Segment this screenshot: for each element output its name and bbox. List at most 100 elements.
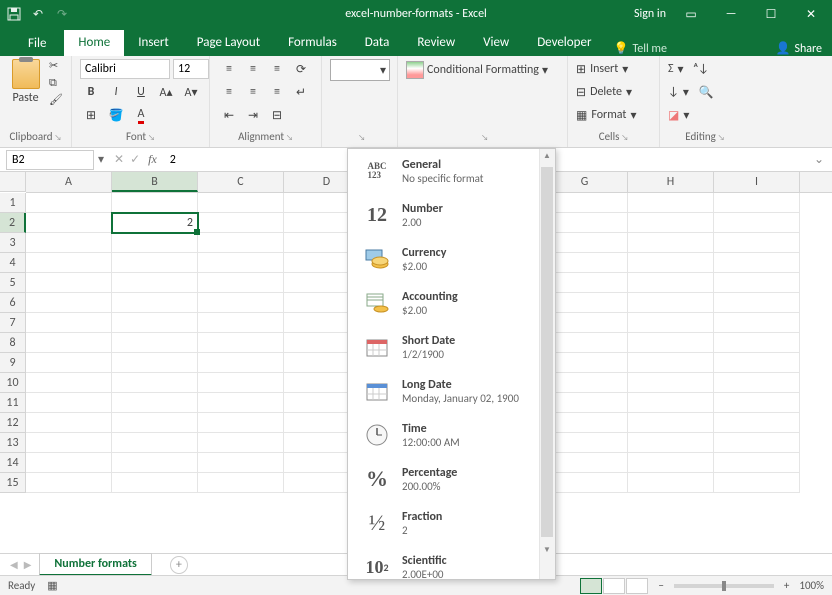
- italic-button[interactable]: I: [105, 82, 127, 102]
- font-size-combo[interactable]: [173, 59, 209, 79]
- cell-I14[interactable]: [714, 453, 800, 473]
- row-header-9[interactable]: 9: [0, 353, 26, 373]
- namebox-dropdown-icon[interactable]: ▾: [94, 152, 108, 167]
- page-break-view-button[interactable]: [626, 578, 648, 594]
- cell-A11[interactable]: [26, 393, 112, 413]
- col-header-A[interactable]: A: [26, 172, 112, 192]
- col-header-B[interactable]: B: [112, 172, 198, 192]
- cell-A5[interactable]: [26, 273, 112, 293]
- cell-I6[interactable]: [714, 293, 800, 313]
- number-format-combo[interactable]: ▾: [330, 59, 390, 81]
- cell-C15[interactable]: [198, 473, 284, 493]
- minimize-button[interactable]: —: [716, 7, 746, 21]
- cell-I3[interactable]: [714, 233, 800, 253]
- decrease-indent-icon[interactable]: ⇤: [218, 105, 240, 125]
- format-percentage[interactable]: % Percentage200.00%: [348, 457, 555, 501]
- cell-C1[interactable]: [198, 193, 284, 213]
- cell-A14[interactable]: [26, 453, 112, 473]
- row-header-7[interactable]: 7: [0, 313, 26, 333]
- underline-button[interactable]: U: [130, 82, 152, 102]
- cell-H6[interactable]: [628, 293, 714, 313]
- align-top-icon[interactable]: ≡: [218, 59, 240, 79]
- align-right-icon[interactable]: ≡: [266, 82, 288, 102]
- cell-B12[interactable]: [112, 413, 198, 433]
- cell-H12[interactable]: [628, 413, 714, 433]
- tab-data[interactable]: Data: [351, 30, 404, 56]
- col-header-I[interactable]: I: [714, 172, 800, 192]
- cell-B4[interactable]: [112, 253, 198, 273]
- format-cells-button[interactable]: ▦Format ▾: [576, 105, 636, 125]
- increase-font-icon[interactable]: A▴: [155, 82, 177, 102]
- cell-C11[interactable]: [198, 393, 284, 413]
- conditional-formatting-button[interactable]: Conditional Formatting ▾: [406, 59, 548, 81]
- normal-view-button[interactable]: [580, 578, 602, 594]
- cell-I5[interactable]: [714, 273, 800, 293]
- cell-C6[interactable]: [198, 293, 284, 313]
- new-sheet-button[interactable]: +: [170, 556, 188, 574]
- autosum-button[interactable]: Σ▾ ᴬ↓: [668, 59, 709, 79]
- cell-B13[interactable]: [112, 433, 198, 453]
- format-general[interactable]: ABC123 GeneralNo specific format: [348, 149, 555, 193]
- merge-icon[interactable]: ⊟: [266, 105, 288, 125]
- row-header-6[interactable]: 6: [0, 293, 26, 313]
- row-header-15[interactable]: 15: [0, 473, 26, 493]
- find-icon[interactable]: 🔍: [699, 85, 714, 100]
- row-header-11[interactable]: 11: [0, 393, 26, 413]
- cell-A2[interactable]: [26, 213, 112, 233]
- fill-button[interactable]: ↓▾ 🔍: [668, 82, 714, 102]
- cell-C14[interactable]: [198, 453, 284, 473]
- cell-A10[interactable]: [26, 373, 112, 393]
- sort-filter-icon[interactable]: ᴬ↓: [694, 62, 709, 76]
- redo-icon[interactable]: ↷: [54, 6, 70, 22]
- name-box[interactable]: [6, 150, 94, 170]
- align-middle-icon[interactable]: ≡: [242, 59, 264, 79]
- expand-formula-icon[interactable]: ⌄: [814, 152, 824, 167]
- row-header-8[interactable]: 8: [0, 333, 26, 353]
- format-currency[interactable]: Currency$2.00: [348, 237, 555, 281]
- align-left-icon[interactable]: ≡: [218, 82, 240, 102]
- bold-button[interactable]: B: [80, 82, 102, 102]
- decrease-font-icon[interactable]: A▾: [180, 82, 202, 102]
- cell-I1[interactable]: [714, 193, 800, 213]
- cell-C4[interactable]: [198, 253, 284, 273]
- col-header-H[interactable]: H: [628, 172, 714, 192]
- cell-I8[interactable]: [714, 333, 800, 353]
- cell-B8[interactable]: [112, 333, 198, 353]
- page-layout-view-button[interactable]: [603, 578, 625, 594]
- cell-C7[interactable]: [198, 313, 284, 333]
- cell-H7[interactable]: [628, 313, 714, 333]
- increase-indent-icon[interactable]: ⇥: [242, 105, 264, 125]
- cell-B9[interactable]: [112, 353, 198, 373]
- sheet-nav[interactable]: ◀▶: [10, 558, 31, 571]
- tab-developer[interactable]: Developer: [523, 30, 605, 56]
- format-time[interactable]: Time12:00:00 AM: [348, 413, 555, 457]
- cell-A6[interactable]: [26, 293, 112, 313]
- cancel-formula-icon[interactable]: ✕: [114, 152, 124, 167]
- cell-B5[interactable]: [112, 273, 198, 293]
- row-header-1[interactable]: 1: [0, 193, 26, 213]
- clear-button[interactable]: ◪▾: [668, 105, 689, 125]
- cell-A8[interactable]: [26, 333, 112, 353]
- cell-H13[interactable]: [628, 433, 714, 453]
- row-header-5[interactable]: 5: [0, 273, 26, 293]
- insert-cells-button[interactable]: ⊞Insert ▾: [576, 59, 628, 79]
- cell-A13[interactable]: [26, 433, 112, 453]
- font-color-icon[interactable]: A: [130, 105, 152, 125]
- cell-C10[interactable]: [198, 373, 284, 393]
- cell-C2[interactable]: [198, 213, 284, 233]
- cell-I13[interactable]: [714, 433, 800, 453]
- cell-H4[interactable]: [628, 253, 714, 273]
- enter-formula-icon[interactable]: ✓: [130, 152, 140, 167]
- orientation-icon[interactable]: ⟳: [290, 59, 312, 79]
- cell-H2[interactable]: [628, 213, 714, 233]
- zoom-out-button[interactable]: −: [658, 579, 663, 592]
- zoom-level[interactable]: 100%: [799, 579, 824, 592]
- cell-I2[interactable]: [714, 213, 800, 233]
- format-long-date[interactable]: Long DateMonday, January 02, 1900: [348, 369, 555, 413]
- cell-A4[interactable]: [26, 253, 112, 273]
- cell-C8[interactable]: [198, 333, 284, 353]
- tab-pagelayout[interactable]: Page Layout: [183, 30, 274, 56]
- cell-H9[interactable]: [628, 353, 714, 373]
- cell-B11[interactable]: [112, 393, 198, 413]
- format-scientific[interactable]: 102 Scientific2.00E+00: [348, 545, 555, 579]
